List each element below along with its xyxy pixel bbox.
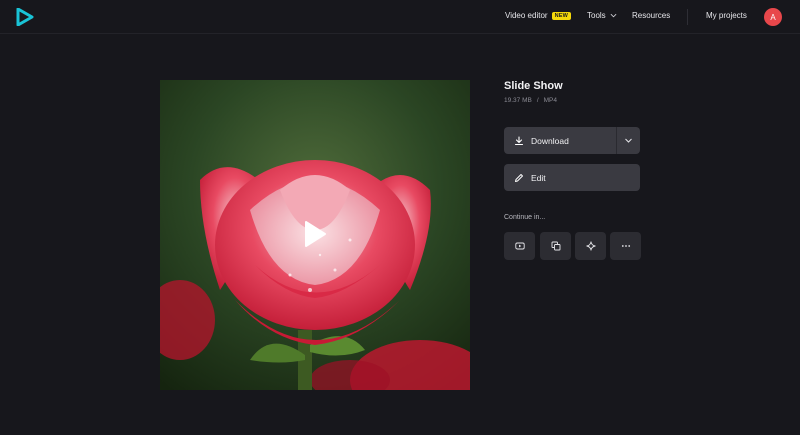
top-bar: Video editor NEW Tools Resources My proj… — [0, 0, 800, 34]
sparkle-icon — [585, 241, 596, 251]
play-logo-icon[interactable] — [16, 8, 34, 26]
edit-label: Edit — [531, 172, 546, 183]
copy-icon — [551, 241, 560, 251]
nav-resources[interactable]: Resources — [632, 11, 670, 20]
project-title: Slide Show — [504, 80, 563, 92]
avatar[interactable]: A — [764, 8, 782, 26]
continue-copy-button[interactable] — [540, 232, 571, 260]
continue-in-label: Continue in... — [504, 214, 546, 221]
nav-my-projects[interactable]: My projects — [706, 11, 747, 20]
download-button[interactable]: Download — [504, 127, 640, 154]
continue-more-button[interactable] — [610, 232, 641, 260]
nav-tools-label: Tools — [587, 11, 606, 20]
nav-resources-label: Resources — [632, 11, 671, 20]
new-badge: NEW — [551, 11, 571, 20]
download-label: Download — [531, 135, 569, 146]
download-icon — [514, 135, 524, 145]
continue-youtube-button[interactable] — [504, 232, 535, 260]
chevron-down-icon — [610, 13, 617, 18]
meta-separator: / — [536, 97, 539, 104]
nav-video-editor[interactable]: Video editor NEW — [505, 11, 571, 20]
play-icon[interactable] — [303, 220, 327, 248]
edit-button[interactable]: Edit — [504, 164, 640, 191]
file-size: 19.37 MB — [504, 97, 532, 104]
more-icon — [621, 245, 630, 247]
chevron-down-icon — [625, 138, 632, 143]
download-options-toggle[interactable] — [616, 127, 640, 154]
pencil-icon — [515, 173, 523, 182]
nav-divider — [687, 9, 688, 25]
avatar-initial: A — [770, 12, 776, 22]
youtube-icon — [514, 242, 525, 250]
nav-video-editor-label: Video editor — [505, 11, 548, 20]
continue-ai-button[interactable] — [575, 232, 606, 260]
file-meta: 19.37 MB / MP4 — [504, 97, 557, 104]
video-preview[interactable] — [160, 80, 470, 390]
nav-tools[interactable]: Tools — [587, 11, 617, 20]
nav-my-projects-label: My projects — [706, 11, 747, 20]
file-format: MP4 — [543, 97, 558, 104]
